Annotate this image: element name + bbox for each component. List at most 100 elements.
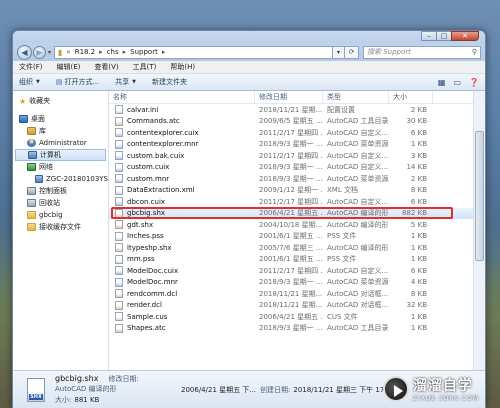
- file-row[interactable]: gdt.shx 2004/10/18 星期... AutoCAD 编译的形 5 KB: [109, 219, 485, 231]
- nav-library[interactable]: 库: [13, 125, 108, 137]
- nav-favorites[interactable]: ★ 收藏夹: [13, 95, 108, 107]
- file-type: PSS 文件: [327, 232, 357, 241]
- nav-label: 收藏夹: [29, 97, 51, 105]
- breadcrumb-chs[interactable]: chs: [107, 48, 119, 56]
- details-modified-label: 修改日期:: [108, 375, 139, 383]
- forward-button[interactable]: ▶: [33, 45, 46, 59]
- breadcrumb-support[interactable]: Support: [130, 48, 158, 56]
- vertical-scrollbar[interactable]: [473, 91, 485, 370]
- menu-help[interactable]: 帮助(H): [170, 62, 195, 72]
- watermark: 溜溜自学 ZIXUE.3D66.COM: [382, 375, 479, 402]
- open-with-button[interactable]: ▤ 打开方式...: [56, 77, 99, 87]
- view-controls: ▦ ▭ ❓: [430, 78, 479, 87]
- nav-label: 库: [39, 127, 46, 135]
- content-area: ★ 收藏夹 桌面 库 Administrator 计算机 网络 ZGC-2018…: [13, 91, 485, 370]
- file-row[interactable]: custom.bak.cuix 2011/2/17 星期四 ... AutoCAD …: [109, 150, 485, 162]
- file-icon: [115, 208, 123, 218]
- file-date: 2018/11/21 星期...: [259, 301, 323, 310]
- file-name: gbcbig.shx: [127, 209, 166, 218]
- file-row[interactable]: contentexplorer.mnr 2018/9/3 星期一 ... AutoC…: [109, 139, 485, 151]
- nav-gbcbig[interactable]: gbcbig: [13, 209, 108, 221]
- nav-network[interactable]: 网络: [13, 161, 108, 173]
- file-icon: [115, 116, 123, 126]
- column-date[interactable]: 修改日期: [255, 91, 323, 103]
- file-row[interactable]: rendcomm.dcl 2018/11/21 星期... AutoCAD 对话框.…: [109, 288, 485, 300]
- nav-label: ZGC-20180103YS: [46, 175, 108, 183]
- file-row[interactable]: custom.mnr 2018/9/3 星期一 ... AutoCAD 菜单资源 2 …: [109, 173, 485, 185]
- minimize-button[interactable]: –: [421, 31, 437, 41]
- new-folder-button[interactable]: 新建文件夹: [152, 77, 187, 87]
- preview-pane-icon[interactable]: ▭: [453, 78, 461, 87]
- file-name: ModelDoc.mnr: [127, 278, 178, 287]
- menu-tools[interactable]: 工具(T): [133, 62, 157, 72]
- organize-button[interactable]: 组织 ▼: [19, 77, 40, 87]
- file-row[interactable]: ltypeshp.shx 2005/7/6 星期三 ... AutoCAD 编译的形…: [109, 242, 485, 254]
- file-row[interactable]: dbcon.cuix 2011/2/17 星期四 ... AutoCAD 自定义..…: [109, 196, 485, 208]
- maximize-button[interactable]: □: [436, 31, 452, 41]
- computer-icon: [28, 151, 37, 159]
- menu-bar: 文件(F) 编辑(E) 查看(V) 工具(T) 帮助(H): [13, 61, 485, 74]
- file-type: AutoCAD 工具目录: [327, 117, 389, 126]
- address-bar[interactable]: ▮ « R18.2 ▸ chs ▸ Support ▸: [54, 45, 333, 59]
- recent-pages-dropdown[interactable]: ▾: [48, 49, 51, 56]
- address-dropdown-button[interactable]: ▾: [333, 45, 345, 59]
- file-row[interactable]: calvar.ini 2018/11/21 星期... 配置设置 2 KB: [109, 104, 485, 116]
- refresh-button[interactable]: ⟳: [345, 45, 359, 59]
- explorer-window: – □ ✕ ◀ ▶ ▾ ▮ « R18.2 ▸ chs ▸ Support ▸ …: [12, 30, 486, 408]
- nav-downloads[interactable]: 接收缓存文件: [13, 221, 108, 233]
- file-row[interactable]: mm.pss 2001/6/1 星期五 ... PSS 文件 1 KB: [109, 254, 485, 266]
- share-button[interactable]: 共享 ▼: [115, 77, 136, 87]
- nav-user[interactable]: Administrator: [13, 137, 108, 149]
- file-date: 2018/11/21 星期...: [259, 289, 323, 298]
- file-row[interactable]: ModelDoc.mnr 2018/9/3 星期一 ... AutoCAD 菜单资源…: [109, 277, 485, 289]
- nav-recycle-bin[interactable]: 回收站: [13, 197, 108, 209]
- file-name: Shapes.atc: [127, 324, 166, 333]
- file-name-cell: gdt.shx: [109, 220, 255, 230]
- back-button[interactable]: ◀: [17, 44, 32, 60]
- file-name: Inches.pss: [127, 232, 164, 241]
- file-row[interactable]: Inches.pss 2001/6/1 星期五 ... PSS 文件 1 KB: [109, 231, 485, 243]
- column-type[interactable]: 类型: [323, 91, 389, 103]
- file-row[interactable]: Commands.atc 2009/6/5 星期五 ... AutoCAD 工具目录…: [109, 116, 485, 128]
- file-name: ModelDoc.cuix: [127, 266, 179, 275]
- file-date: 2011/2/17 星期四 ...: [259, 128, 323, 137]
- nav-control-panel[interactable]: 控制面板: [13, 185, 108, 197]
- file-type: PSS 文件: [327, 255, 357, 264]
- file-icon: [115, 105, 123, 115]
- scrollbar-thumb[interactable]: [475, 131, 484, 261]
- file-type: XML 文档: [327, 186, 358, 195]
- menu-view[interactable]: 查看(V): [94, 62, 118, 72]
- network-icon: [27, 163, 36, 171]
- nav-computer[interactable]: 计算机: [15, 149, 106, 161]
- column-size[interactable]: 大小: [389, 91, 433, 103]
- computer-icon: [35, 175, 44, 183]
- column-name[interactable]: 名称: [109, 91, 255, 103]
- view-options-icon[interactable]: ▦: [438, 78, 446, 87]
- file-row[interactable]: custom.cuix 2018/9/3 星期一 ... AutoCAD 自定义..…: [109, 162, 485, 174]
- nav-label: 网络: [39, 163, 53, 171]
- file-date: 2009/6/5 星期五 ...: [259, 117, 323, 126]
- breadcrumb-r18[interactable]: R18.2: [75, 48, 95, 56]
- file-row[interactable]: Shapes.atc 2018/9/3 星期一 ... AutoCAD 工具目录 1 …: [109, 323, 485, 335]
- nav-network-pc[interactable]: ZGC-20180103YS: [13, 173, 108, 185]
- file-row[interactable]: Sample.cus 2006/4/21 星期五 ... CUS 文件 1 KB: [109, 311, 485, 323]
- menu-file[interactable]: 文件(F): [19, 62, 43, 72]
- file-name: Sample.cus: [127, 312, 168, 321]
- file-size: 1 KB: [410, 255, 427, 264]
- file-row[interactable]: render.dcl 2018/11/21 星期... AutoCAD 对话框...…: [109, 300, 485, 312]
- nav-desktop[interactable]: 桌面: [13, 113, 108, 125]
- file-date: 2018/9/3 星期一 ...: [259, 278, 323, 287]
- file-icon: [115, 243, 123, 253]
- search-input[interactable]: 搜索 Support ⚲: [363, 45, 481, 59]
- file-row[interactable]: contentexplorer.cuix 2011/2/17 星期四 ... Aut…: [109, 127, 485, 139]
- file-name: ltypeshp.shx: [127, 243, 172, 252]
- file-row[interactable]: gbcbig.shx 2006/4/21 星期五 ... AutoCAD 编译的形 8…: [109, 207, 485, 219]
- close-button[interactable]: ✕: [451, 31, 479, 41]
- file-type: AutoCAD 编译的形: [327, 220, 389, 229]
- file-size: 30 KB: [406, 117, 427, 126]
- file-date: 2018/9/3 星期一 ...: [259, 140, 323, 149]
- file-row[interactable]: DataExtraction.xml 2009/1/12 星期一 ... XML 文…: [109, 185, 485, 197]
- file-row[interactable]: ModelDoc.cuix 2011/2/17 星期四 ... AutoCAD 自定…: [109, 265, 485, 277]
- help-icon[interactable]: ❓: [469, 78, 479, 87]
- menu-edit[interactable]: 编辑(E): [57, 62, 81, 72]
